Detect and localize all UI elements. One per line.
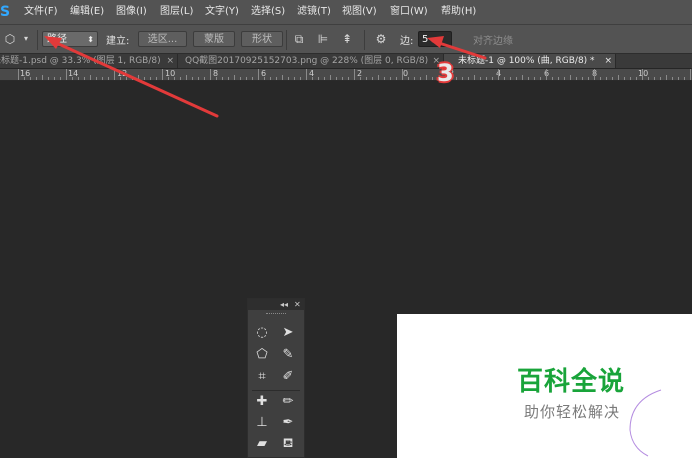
annotation-arrow-mode (48, 38, 219, 118)
watermark-logo-arc (629, 389, 662, 457)
annotation-arrowhead-sides (427, 36, 444, 48)
annotation-arrowhead-mode (44, 36, 62, 49)
annotation-layer (44, 36, 662, 457)
annotation-step-number: 3 (437, 59, 454, 87)
